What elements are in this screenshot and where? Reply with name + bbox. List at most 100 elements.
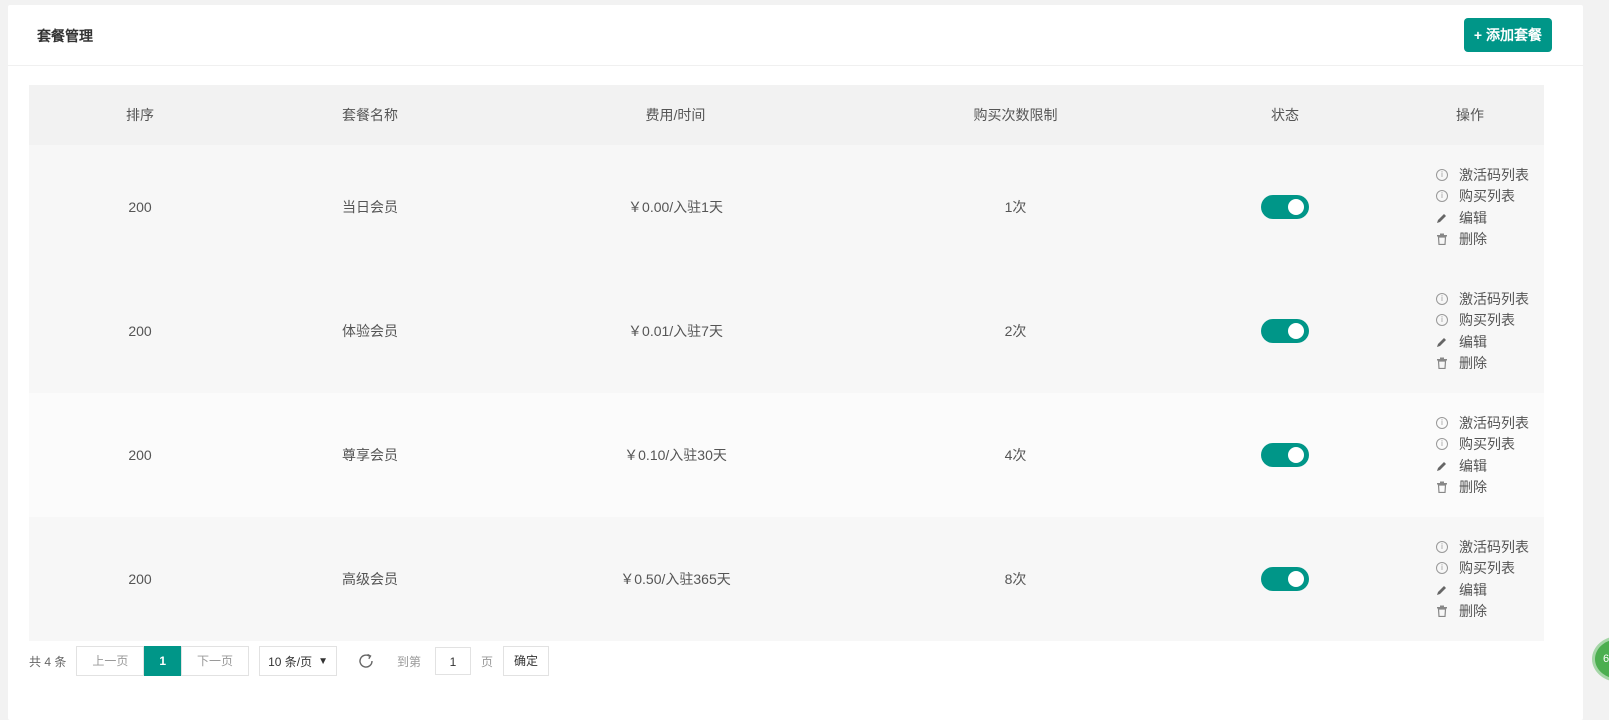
- edit-link[interactable]: 编辑: [1435, 331, 1544, 353]
- purchase-list-label: 购买列表: [1459, 312, 1515, 329]
- column-header-status: 状态: [1271, 107, 1299, 123]
- pencil-icon: [1435, 583, 1449, 597]
- edit-label: 编辑: [1459, 209, 1487, 226]
- column-header-name: 套餐名称: [342, 107, 398, 123]
- status-toggle[interactable]: [1261, 195, 1309, 219]
- delete-link[interactable]: 删除: [1435, 229, 1544, 251]
- goto-label: 到第: [397, 654, 422, 669]
- page-title: 套餐管理: [37, 28, 93, 44]
- purchase-list-link[interactable]: i 购买列表: [1435, 558, 1544, 580]
- toggle-knob: [1288, 199, 1304, 215]
- limit-cell: 1次: [1004, 199, 1027, 215]
- status-cell: [1169, 567, 1401, 591]
- activation-codes-link[interactable]: i 激活码列表: [1435, 536, 1544, 558]
- status-cell: [1169, 319, 1401, 343]
- pencil-icon: [1435, 459, 1449, 473]
- activation-codes-label: 激活码列表: [1459, 538, 1529, 555]
- purchase-list-link[interactable]: i 购买列表: [1435, 186, 1544, 208]
- delete-label: 删除: [1459, 479, 1487, 496]
- trash-icon: [1435, 232, 1449, 246]
- limit-cell: 8次: [1004, 571, 1027, 587]
- actions-cell: i 激活码列表 i 购买列表 编辑 删除: [1401, 536, 1544, 622]
- sort-cell: 200: [128, 323, 152, 339]
- delete-link[interactable]: 删除: [1435, 477, 1544, 499]
- refresh-icon[interactable]: [357, 652, 375, 670]
- column-header-sort: 排序: [126, 107, 154, 123]
- price-cell: ￥0.10/入驻30天: [624, 447, 727, 463]
- current-page-button[interactable]: 1: [144, 646, 182, 676]
- info-circle-icon: i: [1435, 561, 1449, 575]
- next-page-button[interactable]: 下一页: [181, 646, 250, 676]
- edit-label: 编辑: [1459, 457, 1487, 474]
- name-cell: 当日会员: [342, 199, 398, 215]
- info-circle-icon: i: [1435, 292, 1449, 306]
- name-cell: 高级会员: [342, 571, 398, 587]
- trash-icon: [1435, 480, 1449, 494]
- goto-confirm-button[interactable]: 确定: [503, 646, 550, 676]
- card-header: 套餐管理 + 添加套餐: [8, 5, 1583, 66]
- column-header-limit: 购买次数限制: [973, 107, 1058, 123]
- info-circle-icon: i: [1435, 189, 1449, 203]
- limit-cell: 4次: [1004, 447, 1027, 463]
- toggle-knob: [1288, 571, 1304, 587]
- edit-label: 编辑: [1459, 333, 1487, 350]
- table-header: 排序 套餐名称 费用/时间 购买次数限制 状态 操作: [29, 85, 1544, 145]
- prev-page-button[interactable]: 上一页: [76, 646, 145, 676]
- table-row: 200 尊享会员 ￥0.10/入驻30天 4次 i 激活码列表 i 购买列表 编…: [29, 393, 1544, 517]
- pagination-total: 共 4 条: [29, 654, 67, 669]
- edit-label: 编辑: [1459, 581, 1487, 598]
- column-header-price: 费用/时间: [645, 107, 706, 123]
- info-circle-icon: i: [1435, 168, 1449, 182]
- actions-cell: i 激活码列表 i 购买列表 编辑 删除: [1401, 412, 1544, 498]
- page-suffix-label: 页: [481, 654, 494, 669]
- purchase-list-link[interactable]: i 购买列表: [1435, 310, 1544, 332]
- info-circle-icon: i: [1435, 540, 1449, 554]
- sort-cell: 200: [128, 199, 152, 215]
- activation-codes-link[interactable]: i 激活码列表: [1435, 288, 1544, 310]
- name-cell: 尊享会员: [342, 447, 398, 463]
- pagination: 共 4 条 上一页 1 下一页 10 条/页 ▼ 到第 1 页 确定: [29, 646, 550, 676]
- purchase-list-label: 购买列表: [1459, 436, 1515, 453]
- edit-link[interactable]: 编辑: [1435, 455, 1544, 477]
- sort-cell: 200: [128, 447, 152, 463]
- floating-badge[interactable]: 67: [1592, 636, 1609, 682]
- edit-link[interactable]: 编辑: [1435, 207, 1544, 229]
- actions-cell: i 激活码列表 i 购买列表 编辑 删除: [1401, 288, 1544, 374]
- pencil-icon: [1435, 211, 1449, 225]
- activation-codes-label: 激活码列表: [1459, 290, 1529, 307]
- table-row: 200 体验会员 ￥0.01/入驻7天 2次 i 激活码列表 i 购买列表 编辑: [29, 269, 1544, 393]
- activation-codes-label: 激活码列表: [1459, 166, 1529, 183]
- status-cell: [1169, 195, 1401, 219]
- add-package-button[interactable]: + 添加套餐: [1463, 18, 1552, 52]
- purchase-list-link[interactable]: i 购买列表: [1435, 434, 1544, 456]
- delete-label: 删除: [1459, 603, 1487, 620]
- actions-cell: i 激活码列表 i 购买列表 编辑 删除: [1401, 164, 1544, 250]
- activation-codes-link[interactable]: i 激活码列表: [1435, 412, 1544, 434]
- purchase-list-label: 购买列表: [1459, 560, 1515, 577]
- column-header-actions: 操作: [1456, 107, 1484, 123]
- price-cell: ￥0.50/入驻365天: [620, 571, 731, 587]
- trash-icon: [1435, 356, 1449, 370]
- delete-link[interactable]: 删除: [1435, 601, 1544, 623]
- goto-page-input[interactable]: 1: [435, 647, 472, 675]
- status-toggle[interactable]: [1261, 443, 1309, 467]
- page-size-select[interactable]: 10 条/页 ▼: [259, 646, 337, 676]
- edit-link[interactable]: 编辑: [1435, 579, 1544, 601]
- info-circle-icon: i: [1435, 437, 1449, 451]
- limit-cell: 2次: [1004, 323, 1027, 339]
- package-table: 排序 套餐名称 费用/时间 购买次数限制 状态 操作 200 当日会员 ￥0.0…: [29, 85, 1544, 641]
- status-toggle[interactable]: [1261, 567, 1309, 591]
- sort-cell: 200: [128, 571, 152, 587]
- toggle-knob: [1288, 447, 1304, 463]
- delete-label: 删除: [1459, 231, 1487, 248]
- name-cell: 体验会员: [342, 323, 398, 339]
- price-cell: ￥0.00/入驻1天: [628, 199, 723, 215]
- delete-link[interactable]: 删除: [1435, 353, 1544, 375]
- price-cell: ￥0.01/入驻7天: [628, 323, 723, 339]
- info-circle-icon: i: [1435, 313, 1449, 327]
- activation-codes-link[interactable]: i 激活码列表: [1435, 164, 1544, 186]
- purchase-list-label: 购买列表: [1459, 188, 1515, 205]
- status-toggle[interactable]: [1261, 319, 1309, 343]
- table-row: 200 高级会员 ￥0.50/入驻365天 8次 i 激活码列表 i 购买列表 …: [29, 517, 1544, 641]
- delete-label: 删除: [1459, 355, 1487, 372]
